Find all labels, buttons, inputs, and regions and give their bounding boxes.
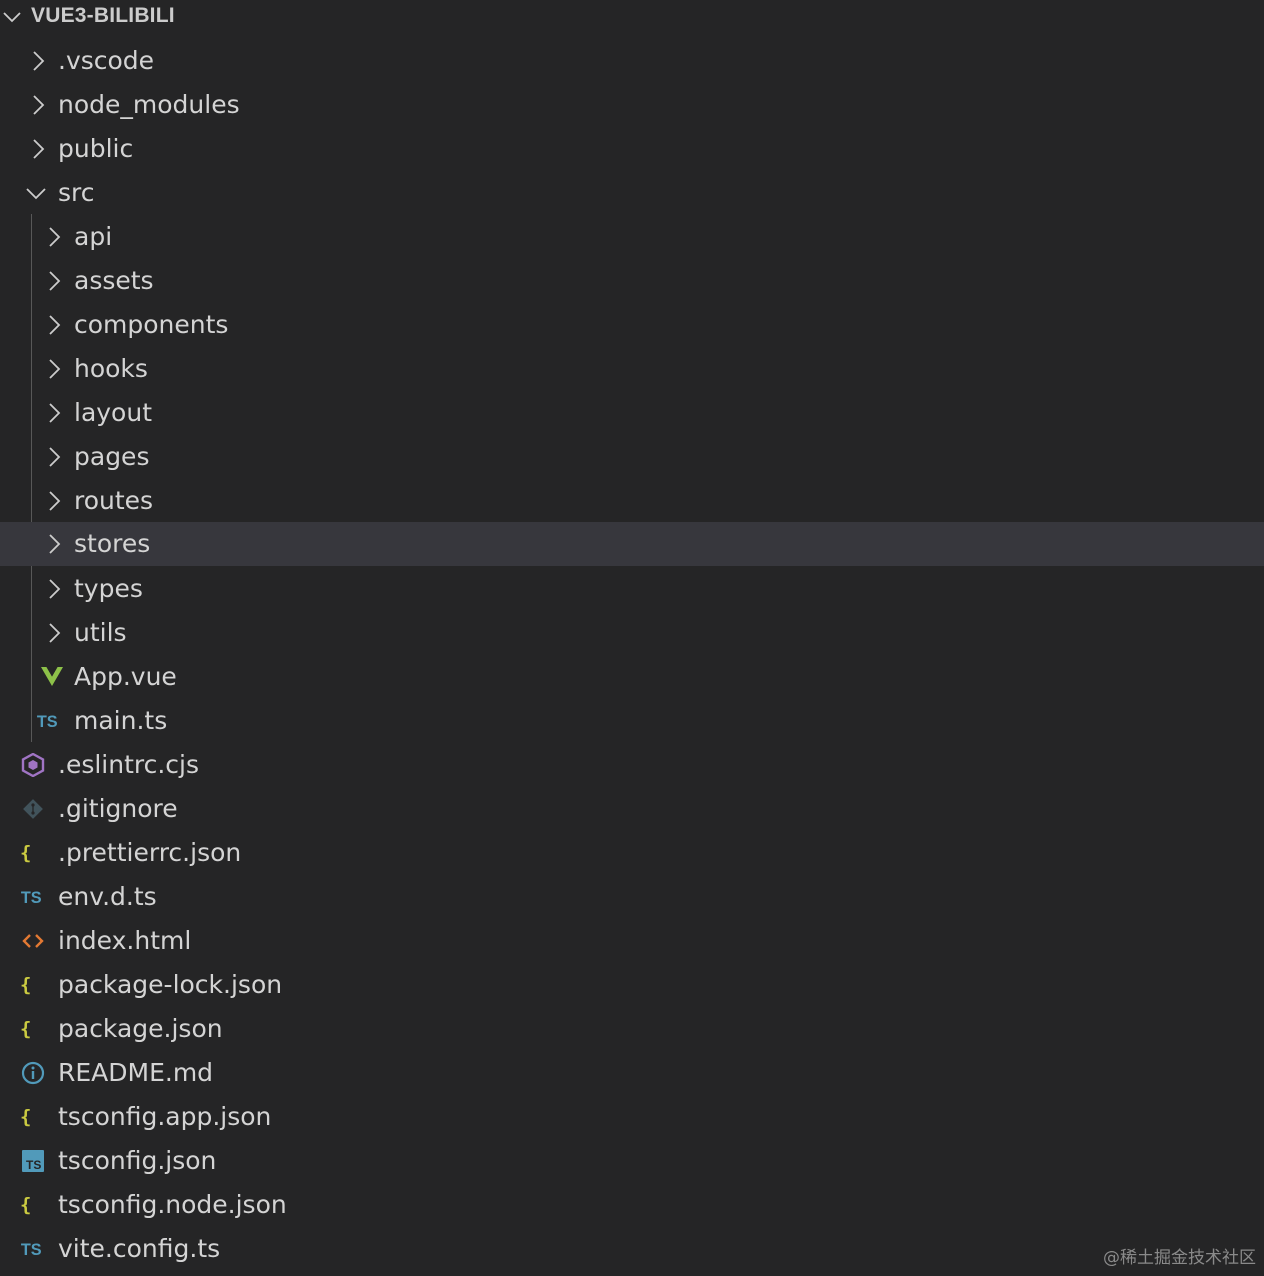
chevron-right-icon xyxy=(49,447,61,467)
json-icon: { } xyxy=(20,843,44,864)
tree-item-label: api xyxy=(74,222,113,251)
tree-item-label: utils xyxy=(74,618,127,647)
watermark: @稀土掘金技术社区 xyxy=(1103,1248,1256,1268)
tree-item-components-folder[interactable]: components xyxy=(0,303,1264,347)
tree-item-label: hooks xyxy=(74,354,148,383)
tree-item-label: tsconfig.node.json xyxy=(58,1190,287,1219)
chevron-right-icon xyxy=(49,534,61,554)
chevron-right-icon xyxy=(49,403,61,423)
explorer-root-title: VUE3-BILIBILI xyxy=(31,4,175,27)
tree-item-prettierrc-file[interactable]: { } .prettierrc.json xyxy=(0,831,1264,875)
tree-item-label: routes xyxy=(74,486,154,515)
file-explorer: VUE3-BILIBILI .vscode node_modules publi… xyxy=(0,0,1264,1276)
chevron-right-icon xyxy=(49,227,61,247)
tree-item-index-html-file[interactable]: index.html xyxy=(0,919,1264,963)
tree-item-types-folder[interactable]: types xyxy=(0,567,1264,611)
vue-icon xyxy=(41,667,63,686)
chevron-right-icon xyxy=(33,95,45,115)
typescript-icon: TS xyxy=(21,1241,42,1259)
json-icon: { } xyxy=(20,1107,44,1128)
tree-item-label: .prettierrc.json xyxy=(58,838,242,867)
tree-item-label: main.ts xyxy=(74,706,168,735)
tree-item-label: assets xyxy=(74,266,154,295)
tsconfig-icon: TS xyxy=(22,1150,44,1172)
chevron-right-icon xyxy=(49,315,61,335)
tree-item-src-folder[interactable]: src xyxy=(0,171,1264,215)
tree-item-tsconfig-json-file[interactable]: TS tsconfig.json xyxy=(0,1139,1264,1183)
typescript-icon: TS xyxy=(37,713,58,731)
svg-text:TS: TS xyxy=(26,1158,41,1172)
tree-item-label: types xyxy=(74,574,143,603)
tree-item-eslintrc-file[interactable]: .eslintrc.cjs xyxy=(0,743,1264,787)
explorer-root-header[interactable]: VUE3-BILIBILI xyxy=(0,0,1264,34)
svg-text:TS: TS xyxy=(21,889,42,907)
chevron-right-icon xyxy=(49,271,61,291)
tree-item-stores-folder[interactable]: stores xyxy=(0,522,1264,566)
tree-item-routes-folder[interactable]: routes xyxy=(0,479,1264,523)
tree-item-label: src xyxy=(58,178,95,207)
tree-item-vscode-folder[interactable]: .vscode xyxy=(0,39,1264,83)
tree-item-label: App.vue xyxy=(74,662,177,691)
tree-item-utils-folder[interactable]: utils xyxy=(0,611,1264,655)
chevron-right-icon xyxy=(49,491,61,511)
tree-item-tsconfig-node-file[interactable]: { } tsconfig.node.json xyxy=(0,1183,1264,1227)
tree-item-hooks-folder[interactable]: hooks xyxy=(0,347,1264,391)
eslint-icon xyxy=(21,753,45,777)
chevron-down-icon xyxy=(26,188,46,200)
chevron-right-icon xyxy=(49,579,61,599)
tree-item-label: README.md xyxy=(58,1058,214,1087)
chevron-down-icon xyxy=(3,12,21,23)
svg-text:{ }: { } xyxy=(20,1019,44,1040)
tree-item-env-d-ts-file[interactable]: TS env.d.ts xyxy=(0,875,1264,919)
svg-text:{ }: { } xyxy=(20,1107,44,1128)
tree-item-label: node_modules xyxy=(58,90,240,119)
tree-item-label: package.json xyxy=(58,1014,223,1043)
tree-item-label: .gitignore xyxy=(58,794,178,823)
tree-item-label: package-lock.json xyxy=(58,970,283,999)
tree-item-label: vite.config.ts xyxy=(58,1234,221,1263)
chevron-right-icon xyxy=(33,139,45,159)
chevron-right-icon xyxy=(33,51,45,71)
tree-item-pages-folder[interactable]: pages xyxy=(0,435,1264,479)
tree-item-assets-folder[interactable]: assets xyxy=(0,259,1264,303)
tree-item-label: public xyxy=(58,134,134,163)
svg-text:TS: TS xyxy=(37,713,58,731)
chevron-right-icon xyxy=(49,623,61,643)
typescript-icon: TS xyxy=(21,889,42,907)
tree-item-tsconfig-app-file[interactable]: { } tsconfig.app.json xyxy=(0,1095,1264,1139)
tree-item-node-modules-folder[interactable]: node_modules xyxy=(0,83,1264,127)
tree-item-label: pages xyxy=(74,442,150,471)
chevron-right-icon xyxy=(49,359,61,379)
tree-item-layout-folder[interactable]: layout xyxy=(0,391,1264,435)
tree-item-package-lock-file[interactable]: { } package-lock.json xyxy=(0,963,1264,1007)
tree-item-label: .vscode xyxy=(58,46,155,75)
tree-item-vite-config-file[interactable]: TS vite.config.ts xyxy=(0,1227,1264,1271)
tree-item-label: components xyxy=(74,310,229,339)
tree-item-gitignore-file[interactable]: .gitignore xyxy=(0,787,1264,831)
json-icon: { } xyxy=(20,1019,44,1040)
json-icon: { } xyxy=(20,975,44,996)
tree-item-label: index.html xyxy=(58,926,192,955)
svg-text:{ }: { } xyxy=(20,975,44,996)
html-icon xyxy=(22,934,44,948)
tree-item-label: .eslintrc.cjs xyxy=(58,750,200,779)
tree-item-label: tsconfig.app.json xyxy=(58,1102,272,1131)
json-icon: { } xyxy=(20,1195,44,1216)
git-icon xyxy=(23,799,43,819)
tree-item-public-folder[interactable]: public xyxy=(0,127,1264,171)
tree-item-readme-file[interactable]: README.md xyxy=(0,1051,1264,1095)
tree-item-api-folder[interactable]: api xyxy=(0,215,1264,259)
tree-item-app-vue-file[interactable]: App.vue xyxy=(0,655,1264,699)
svg-text:{ }: { } xyxy=(20,1195,44,1216)
tree-item-main-ts-file[interactable]: TS main.ts xyxy=(0,699,1264,743)
tree-item-label: stores xyxy=(74,529,151,558)
tree-item-package-json-file[interactable]: { } package.json xyxy=(0,1007,1264,1051)
tree-item-label: layout xyxy=(74,398,153,427)
tree-item-label: tsconfig.json xyxy=(58,1146,217,1175)
svg-text:{ }: { } xyxy=(20,843,44,864)
info-icon xyxy=(21,1061,45,1085)
tree-item-label: env.d.ts xyxy=(58,882,157,911)
svg-text:TS: TS xyxy=(21,1241,42,1259)
